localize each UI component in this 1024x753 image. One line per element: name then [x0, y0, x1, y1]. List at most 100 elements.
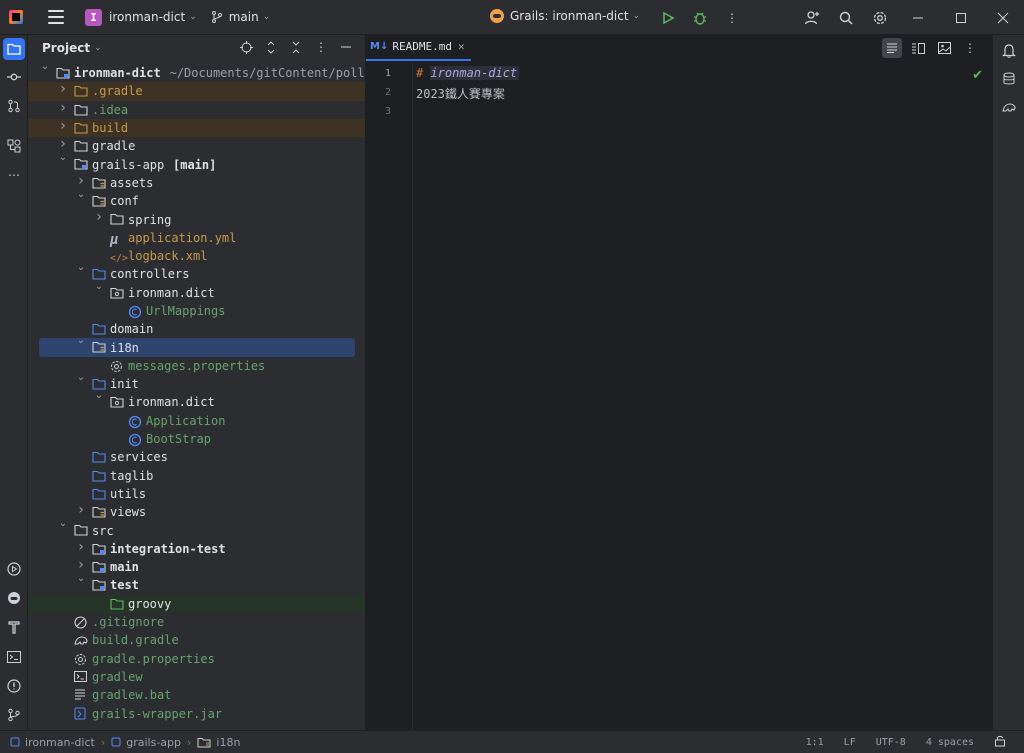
search-icon[interactable]	[837, 9, 855, 27]
services-tool-icon[interactable]	[3, 558, 25, 580]
hide-panel-icon[interactable]	[339, 40, 353, 54]
expand-collapse-icon[interactable]	[264, 40, 278, 54]
chevron-down-icon[interactable]: ⌄	[58, 518, 68, 529]
tree-item-ironman-dict[interactable]: ⌄ ironman.dict	[28, 390, 365, 411]
tab-readme[interactable]: M↓ README.md ✕	[366, 35, 471, 61]
lock-icon[interactable]	[994, 735, 1006, 750]
code-line-2[interactable]: 2023鐵人賽專案	[416, 85, 505, 102]
file-encoding[interactable]: UTF-8	[876, 737, 906, 748]
tree-item-src[interactable]: ⌄ src	[28, 518, 365, 539]
tree-item-i18n[interactable]: ⌄ i18n	[39, 335, 355, 357]
database-icon[interactable]	[998, 68, 1020, 90]
tree-item-test[interactable]: ⌄ test	[28, 573, 365, 594]
tree-item-gradle-properties[interactable]: gradle.properties	[28, 650, 365, 668]
tree-item-urlmappings[interactable]: UrlMappings	[28, 302, 365, 320]
tree-item-grails-app[interactable]: ⌄ grails-app [main]	[28, 152, 365, 173]
chevron-down-icon[interactable]: ⌄	[94, 281, 104, 292]
run-config-selector[interactable]: Grails: ironman-dict ⌄	[490, 9, 640, 23]
project-badge[interactable]: I	[85, 8, 102, 26]
project-tool-icon[interactable]	[3, 38, 25, 60]
add-user-icon[interactable]	[803, 9, 821, 27]
more-tools-icon[interactable]: ⋯	[3, 164, 25, 186]
gradle-tool-icon[interactable]	[998, 96, 1020, 118]
panel-options-icon[interactable]: ⋮	[314, 40, 328, 54]
caret-position[interactable]: 1:1	[806, 737, 824, 748]
run-icon[interactable]	[659, 9, 677, 27]
maximize-icon[interactable]	[952, 9, 970, 27]
tree-item-controllers[interactable]: ⌄ controllers	[28, 262, 365, 283]
chevron-right-icon[interactable]: ›	[76, 539, 86, 555]
main-menu-icon[interactable]	[48, 10, 64, 24]
locate-file-icon[interactable]	[239, 40, 253, 54]
tree-item-utils[interactable]: utils	[28, 485, 365, 503]
chevron-down-icon[interactable]: ⌄	[58, 152, 68, 163]
tree-item-build-gradle[interactable]: build.gradle	[28, 631, 365, 649]
breadcrumb-item[interactable]: ironman-dict	[25, 736, 95, 749]
chevron-down-icon[interactable]: ⌄	[94, 390, 104, 401]
commit-tool-icon[interactable]	[3, 66, 25, 88]
problems-icon[interactable]	[3, 675, 25, 697]
notifications-bell-icon[interactable]	[998, 39, 1020, 61]
chevron-down-icon[interactable]: ⌄	[76, 335, 86, 346]
tree-item-groovy[interactable]: groovy	[28, 594, 365, 613]
terminal-icon[interactable]	[3, 646, 25, 668]
chevron-down-icon[interactable]: ⌄	[76, 573, 86, 584]
ide-logo-icon[interactable]	[9, 10, 23, 24]
chevron-right-icon[interactable]: ›	[58, 81, 68, 97]
tree-item-gitignore[interactable]: .gitignore	[28, 613, 365, 631]
tree-item-views[interactable]: › views	[28, 502, 365, 521]
editor-options-icon[interactable]: ⋮	[960, 38, 980, 58]
tree-item-grails-wrapper-jar[interactable]: grails-wrapper.jar	[28, 704, 365, 722]
line-separator[interactable]: LF	[844, 737, 856, 748]
tree-item-spring[interactable]: › spring	[28, 209, 365, 228]
chevron-down-icon[interactable]: ⌄	[76, 189, 86, 200]
tree-item-gradle[interactable]: › .gradle	[28, 81, 365, 101]
grails-tool-icon[interactable]	[3, 587, 25, 609]
editor-only-view-icon[interactable]	[882, 38, 902, 58]
tree-item-conf[interactable]: ⌄ conf	[28, 189, 365, 210]
tree-item-ironman-dict[interactable]: ⌄ ironman-dict ~/Documents/gitContent/poll…	[28, 61, 365, 82]
tree-item-ironman-dict[interactable]: ⌄ ironman.dict	[28, 281, 365, 302]
tree-item-services[interactable]: services	[28, 448, 365, 466]
chevron-right-icon[interactable]: ›	[76, 557, 86, 573]
tree-item-gradlew-bat[interactable]: gradlew.bat	[28, 686, 365, 704]
breadcrumb-item[interactable]: grails-app	[126, 736, 181, 749]
chevron-down-icon[interactable]: ⌄	[76, 262, 86, 273]
project-view-selector[interactable]: Project	[42, 41, 90, 55]
more-actions-icon[interactable]: ⋮	[723, 9, 741, 27]
close-tab-icon[interactable]: ✕	[458, 40, 465, 53]
debug-icon[interactable]	[691, 9, 709, 27]
chevron-down-icon[interactable]: ⌄	[189, 12, 197, 22]
settings-gear-icon[interactable]	[871, 9, 889, 27]
collapse-all-icon[interactable]	[289, 40, 303, 54]
structure-tool-icon[interactable]	[3, 135, 25, 157]
project-name[interactable]: ironman-dict	[109, 10, 185, 24]
preview-only-icon[interactable]	[934, 38, 954, 58]
chevron-right-icon[interactable]: ›	[58, 100, 68, 116]
tree-item-init[interactable]: ⌄ init	[28, 372, 365, 393]
chevron-down-icon[interactable]: ⌄	[76, 372, 86, 383]
tree-item-bootstrap[interactable]: BootStrap	[28, 430, 365, 448]
vcs-branch-widget[interactable]: main ⌄	[211, 10, 270, 24]
pull-requests-icon[interactable]	[3, 95, 25, 117]
chevron-down-icon[interactable]: ⌄	[94, 43, 102, 53]
code-line-1[interactable]: # ironman-dict	[416, 66, 520, 80]
tree-item-gradlew[interactable]: gradlew	[28, 668, 365, 686]
version-control-icon[interactable]	[3, 704, 25, 726]
tree-item-application-yml[interactable]: μ application.yml	[28, 229, 365, 248]
chevron-right-icon[interactable]: ›	[94, 209, 104, 225]
tree-item-integration-test[interactable]: › integration-test	[28, 539, 365, 558]
tree-item-taglib[interactable]: taglib	[28, 467, 365, 485]
tree-item-idea[interactable]: › .idea	[28, 100, 365, 119]
chevron-right-icon[interactable]: ›	[58, 118, 68, 134]
minimize-icon[interactable]	[909, 9, 927, 27]
build-hammer-icon[interactable]	[3, 616, 25, 638]
indent-setting[interactable]: 4 spaces	[926, 737, 974, 748]
no-problems-check-icon[interactable]: ✔	[972, 68, 983, 83]
tree-item-application[interactable]: Application	[28, 412, 365, 430]
chevron-down-icon[interactable]: ⌄	[40, 61, 50, 72]
chevron-right-icon[interactable]: ›	[76, 502, 86, 518]
tree-item-build[interactable]: › build	[28, 118, 365, 138]
chevron-right-icon[interactable]: ›	[76, 173, 86, 189]
tree-item-gradle[interactable]: › gradle	[28, 136, 365, 155]
